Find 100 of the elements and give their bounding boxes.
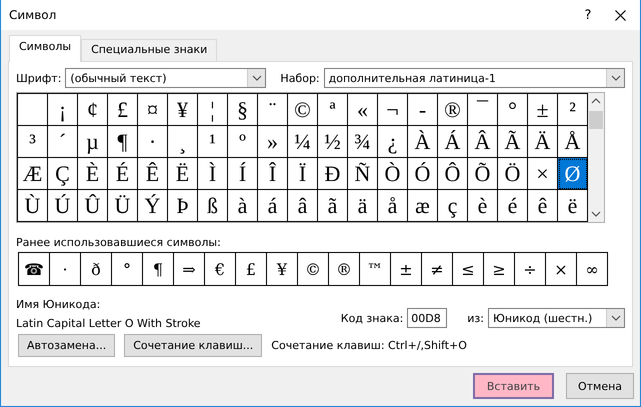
scrollbar[interactable] [588, 93, 604, 222]
recent-symbol-cell[interactable]: € [205, 253, 236, 285]
symbol-cell[interactable]: Â [468, 126, 498, 158]
symbol-cell[interactable]: ¤ [138, 94, 168, 126]
symbol-cell[interactable]: ¼ [288, 126, 318, 158]
recent-symbol-cell[interactable]: ¥ [267, 253, 298, 285]
symbol-cell[interactable]: Ü [108, 190, 138, 222]
symbol-cell[interactable]: ¯ [468, 94, 498, 126]
symbol-cell[interactable]: Ã [498, 126, 528, 158]
tool-button[interactable]: Автозамена... [18, 334, 116, 357]
symbol-cell[interactable]: Ë [168, 158, 198, 190]
tab[interactable]: Символы [9, 35, 82, 62]
symbol-cell[interactable]: È [78, 158, 108, 190]
symbol-cell[interactable]: ´ [48, 126, 78, 158]
symbol-cell[interactable]: £ [108, 94, 138, 126]
symbol-cell[interactable]: Ó [408, 158, 438, 190]
symbol-cell[interactable]: ä [348, 190, 378, 222]
symbol-cell[interactable]: ¡ [48, 94, 78, 126]
symbol-cell[interactable]: Ô [438, 158, 468, 190]
recent-symbol-cell[interactable]: · [50, 253, 81, 285]
scrollbar-thumb[interactable] [589, 111, 603, 129]
font-dropdown[interactable]: (обычный текст) [65, 68, 266, 88]
tool-button[interactable]: Сочетание клавиш... [124, 334, 262, 357]
symbol-cell[interactable]: » [258, 126, 288, 158]
symbol-cell[interactable]: ¬ [378, 94, 408, 126]
recent-symbol-cell[interactable]: ® [329, 253, 360, 285]
symbol-cell[interactable]: ë [558, 190, 588, 222]
symbol-cell[interactable]: Þ [168, 190, 198, 222]
recent-symbol-cell[interactable]: ⇒ [174, 253, 205, 285]
symbol-cell[interactable] [18, 94, 48, 126]
recent-symbol-cell[interactable]: ± [391, 253, 422, 285]
char-code-field[interactable]: 00D8 [407, 308, 448, 328]
symbol-cell[interactable]: ç [438, 190, 468, 222]
symbol-cell[interactable]: á [258, 190, 288, 222]
recent-symbol-cell[interactable]: © [298, 253, 329, 285]
symbol-cell[interactable]: ã [318, 190, 348, 222]
symbol-cell[interactable]: Ö [498, 158, 528, 190]
dialog-button[interactable]: Отмена [566, 373, 634, 399]
symbol-cell[interactable]: © [288, 94, 318, 126]
symbol-cell[interactable]: § [228, 94, 258, 126]
recent-symbol-cell[interactable]: ™ [360, 253, 391, 285]
recent-symbol-cell[interactable]: ÷ [515, 253, 546, 285]
symbol-cell[interactable]: Û [78, 190, 108, 222]
symbol-cell[interactable]: ¦ [198, 94, 228, 126]
symbol-cell[interactable]: é [498, 190, 528, 222]
symbol-cell[interactable]: ¸ [168, 126, 198, 158]
tab[interactable]: Специальные знаки [81, 39, 218, 61]
help-button[interactable]: ? [573, 8, 603, 22]
symbol-cell[interactable]: â [288, 190, 318, 222]
recent-symbol-cell[interactable]: ≤ [453, 253, 484, 285]
symbol-cell[interactable]: Í [228, 158, 258, 190]
symbol-cell[interactable]: Å [558, 126, 588, 158]
symbol-cell[interactable]: - [408, 94, 438, 126]
recent-symbol-cell[interactable]: ° [112, 253, 143, 285]
symbol-cell[interactable]: ê [528, 190, 558, 222]
symbol-cell[interactable]: Ò [378, 158, 408, 190]
recent-symbol-cell[interactable]: × [546, 253, 577, 285]
symbol-cell[interactable]: ± [528, 94, 558, 126]
symbol-cell[interactable]: ¨ [258, 94, 288, 126]
symbol-cell[interactable]: É [108, 158, 138, 190]
symbol-cell[interactable]: Æ [18, 158, 48, 190]
symbol-cell[interactable]: å [378, 190, 408, 222]
symbol-cell[interactable]: µ [78, 126, 108, 158]
symbol-cell[interactable]: Ç [48, 158, 78, 190]
recent-symbol-cell[interactable]: ð [81, 253, 112, 285]
symbol-cell[interactable]: × [528, 158, 558, 190]
symbol-cell[interactable]: Î [258, 158, 288, 190]
symbol-cell[interactable]: æ [408, 190, 438, 222]
recent-symbol-cell[interactable]: ∞ [577, 253, 607, 285]
symbol-cell[interactable]: Ù [18, 190, 48, 222]
symbol-cell[interactable]: ° [498, 94, 528, 126]
symbol-cell[interactable]: ¥ [168, 94, 198, 126]
symbol-cell[interactable]: Ú [48, 190, 78, 222]
symbol-cell[interactable]: ½ [318, 126, 348, 158]
symbol-cell[interactable]: Ñ [348, 158, 378, 190]
symbol-cell[interactable]: ® [438, 94, 468, 126]
subset-dropdown[interactable]: дополнительная латиница-1 [324, 68, 625, 88]
symbol-cell[interactable]: ¿ [378, 126, 408, 158]
symbol-cell[interactable]: à [228, 190, 258, 222]
symbol-cell[interactable]: ³ [18, 126, 48, 158]
symbol-cell[interactable]: Õ [468, 158, 498, 190]
symbol-cell[interactable]: ß [198, 190, 228, 222]
symbol-cell[interactable]: Ø [558, 158, 588, 190]
symbol-cell[interactable]: Ì [198, 158, 228, 190]
symbol-cell[interactable]: À [408, 126, 438, 158]
symbol-cell[interactable]: Ï [288, 158, 318, 190]
symbol-cell[interactable]: Á [438, 126, 468, 158]
symbol-cell[interactable]: « [348, 94, 378, 126]
symbol-cell[interactable]: · [138, 126, 168, 158]
dialog-button[interactable]: Вставить [473, 373, 554, 399]
recent-symbol-cell[interactable]: ¶ [143, 253, 174, 285]
symbol-cell[interactable]: Ð [318, 158, 348, 190]
recent-symbol-cell[interactable]: ≠ [422, 253, 453, 285]
symbol-cell[interactable]: ¢ [78, 94, 108, 126]
symbol-cell[interactable]: ª [318, 94, 348, 126]
recent-symbol-cell[interactable]: £ [236, 253, 267, 285]
symbol-cell[interactable]: Ä [528, 126, 558, 158]
symbol-cell[interactable]: è [468, 190, 498, 222]
symbol-cell[interactable]: ¹ [198, 126, 228, 158]
symbol-cell[interactable]: Ý [138, 190, 168, 222]
